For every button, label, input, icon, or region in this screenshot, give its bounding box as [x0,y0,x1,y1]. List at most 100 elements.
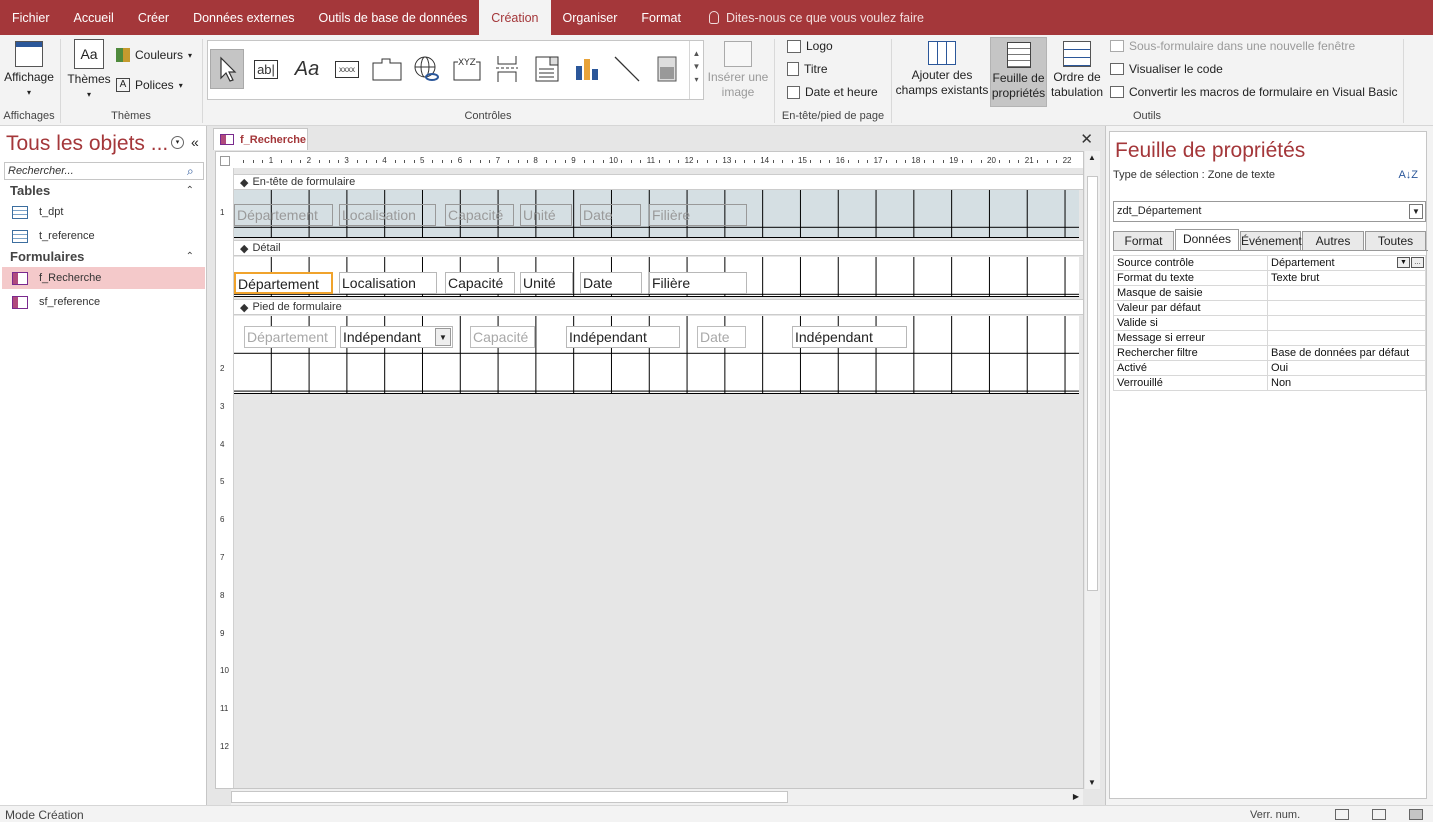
nav-search-input[interactable]: Rechercher... [4,162,204,180]
nav-item-sf-reference[interactable]: sf_reference [2,291,205,313]
chart-control-icon[interactable] [570,49,604,89]
line-control-icon[interactable] [610,49,644,89]
tell-me-box[interactable]: Dites-nous ce que vous voulez faire [693,0,924,35]
property-value[interactable] [1267,315,1426,331]
design-view-icon[interactable] [1409,809,1423,820]
header-label-unite[interactable]: Unité [520,204,572,226]
nav-section-tables[interactable]: Tables [10,183,50,198]
property-value[interactable]: Texte brut [1267,270,1426,286]
gallery-scroll[interactable]: ▲ ▼ ▾ [689,41,703,99]
sort-icon[interactable]: A↓Z [1398,170,1418,181]
dropdown-arrow-icon[interactable]: ▼ [1397,257,1410,268]
property-row[interactable]: Source contrôle Département ▼… [1113,255,1426,271]
search-icon[interactable]: ⌕ [187,164,194,179]
detail-field-localisation[interactable]: Localisation [339,272,437,294]
property-value[interactable] [1267,330,1426,346]
scroll-up-icon[interactable]: ▲ [1088,153,1096,162]
button-control-icon[interactable]: xxxx [330,49,364,89]
detail-field-filiere[interactable]: Filière [649,272,747,294]
logo-button[interactable]: Logo [787,39,833,53]
footer-field-independant-3[interactable]: Indépendant [792,326,907,348]
close-icon[interactable]: ✕ [1080,130,1093,148]
detail-field-date[interactable]: Date [580,272,642,294]
polices-button[interactable]: A Polices ▾ [116,78,183,92]
hyperlink-control-icon[interactable] [410,49,444,89]
control-selector[interactable]: zdt_Département ▼ [1113,201,1426,222]
ajouter-champs-button[interactable]: Ajouter des champs existants [894,41,990,98]
ptab-format[interactable]: Format [1113,231,1174,250]
property-row[interactable]: Message si erreur [1113,330,1426,346]
property-row[interactable]: Activé Oui [1113,360,1426,376]
property-row[interactable]: Format du texte Texte brut [1113,270,1426,286]
textbox-control-icon[interactable]: ab| [249,49,283,89]
section-header-bar[interactable]: ◆ En-tête de formulaire [234,174,1083,190]
footer-ghost-capacite[interactable]: Capacité [470,326,535,348]
chevron-up-icon[interactable]: ⌃ [186,185,194,196]
footer-combo-independant[interactable]: Indépendant ▼ [340,326,453,348]
header-label-date[interactable]: Date [580,204,641,226]
label-control-icon[interactable]: Aa [290,49,324,89]
form-view-icon[interactable] [1335,809,1349,820]
dropdown-arrow-icon[interactable]: ▼ [1409,204,1423,219]
property-row[interactable]: Valeur par défaut [1113,300,1426,316]
nav-item-t-dpt[interactable]: t_dpt [2,201,205,223]
affichage-button[interactable]: Affichage ▾ [2,41,56,100]
couleurs-button[interactable]: Couleurs ▾ [116,48,192,62]
document-tab[interactable]: f_Recherche [213,128,308,150]
property-value[interactable] [1267,285,1426,301]
visualiser-code-button[interactable]: Visualiser le code [1110,62,1223,76]
tab-organiser[interactable]: Organiser [551,0,630,35]
combobox-control-icon[interactable] [530,49,564,89]
themes-button[interactable]: Aa Thèmes ▾ [66,39,112,102]
property-row[interactable]: Masque de saisie [1113,285,1426,301]
tab-fichier[interactable]: Fichier [0,0,62,35]
chevron-up-icon[interactable]: ⌃ [186,251,194,262]
ordre-tabulation-button[interactable]: Ordre de tabulation [1048,41,1106,100]
footer-field-independant-2[interactable]: Indépendant [566,326,680,348]
tab-control-icon[interactable] [370,49,404,89]
property-value[interactable]: Non [1267,375,1426,391]
property-row[interactable]: Rechercher filtre Base de données par déf… [1113,345,1426,361]
horizontal-scroll-thumb[interactable] [231,791,788,803]
builder-icon[interactable]: … [1411,257,1424,268]
property-value[interactable] [1267,300,1426,316]
nav-collapse-icon[interactable]: « [191,134,199,150]
footer-ghost-departement[interactable]: Département [244,326,336,348]
gallery-more-icon[interactable]: ▾ [690,75,703,84]
nav-section-formulaires[interactable]: Formulaires [10,249,84,264]
header-section[interactable]: Département Localisation Capacité Unité … [234,190,1079,238]
page-break-icon[interactable] [490,49,524,89]
toggle-button-icon[interactable] [650,49,684,89]
sous-formulaire-button[interactable]: Sous-formulaire dans une nouvelle fenêtr… [1110,39,1355,53]
feuille-proprietes-button[interactable]: Feuille de propriétés [990,37,1047,107]
property-row[interactable]: Verrouillé Non [1113,375,1426,391]
nav-item-t-reference[interactable]: t_reference [2,225,205,247]
property-value[interactable]: Département ▼… [1267,255,1426,271]
gallery-up-icon[interactable]: ▲ [690,49,703,58]
detail-field-unite[interactable]: Unité [520,272,573,294]
dropdown-arrow-icon[interactable]: ▼ [435,328,451,346]
tab-creation[interactable]: Création [479,0,551,35]
detail-section[interactable]: Département Localisation Capacité Unité … [234,257,1079,297]
date-heure-button[interactable]: Date et heure [787,85,878,99]
detail-field-departement[interactable]: Département [234,272,333,294]
inserer-image-button[interactable]: Insérer une image [706,41,770,100]
form-selector[interactable] [220,156,230,166]
property-value[interactable]: Oui [1267,360,1426,376]
header-label-departement[interactable]: Département [234,204,333,226]
property-value[interactable]: Base de données par défaut [1267,345,1426,361]
scroll-down-icon[interactable]: ▼ [1088,778,1096,787]
header-label-localisation[interactable]: Localisation [339,204,436,226]
tab-donnees-externes[interactable]: Données externes [181,0,306,35]
ptab-toutes[interactable]: Toutes [1365,231,1426,250]
titre-button[interactable]: Titre [787,62,828,76]
select-pointer-icon[interactable] [210,49,244,89]
header-label-filiere[interactable]: Filière [649,204,747,226]
nav-item-f-recherche[interactable]: f_Recherche [2,267,205,289]
section-detail-bar[interactable]: ◆ Détail [234,240,1083,256]
option-group-icon[interactable]: XYZ [450,49,484,89]
header-label-capacite[interactable]: Capacité [445,204,514,226]
tab-creer[interactable]: Créer [126,0,181,35]
convertir-macros-button[interactable]: Convertir les macros de formulaire en Vi… [1110,85,1398,99]
vertical-scroll-thumb[interactable] [1087,176,1098,591]
